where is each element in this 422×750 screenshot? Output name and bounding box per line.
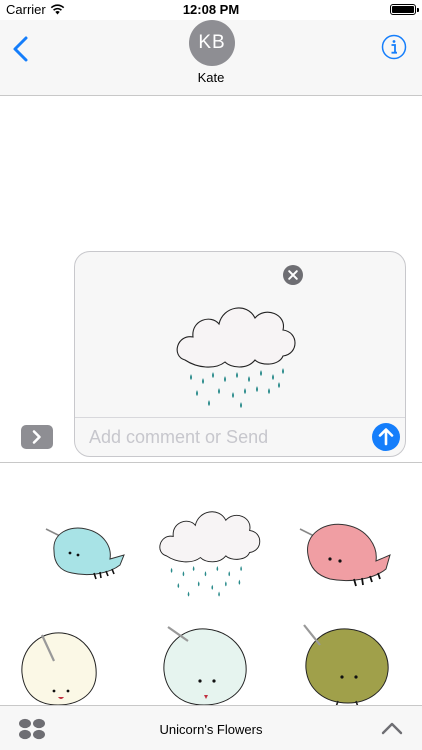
blue-narwhal-sticker[interactable]: [40, 521, 132, 581]
olive-unicorn-sticker[interactable]: [298, 619, 396, 705]
compose-box[interactable]: Add comment or Send: [74, 251, 406, 457]
back-chevron-icon[interactable]: [10, 34, 34, 64]
send-arrow-icon[interactable]: [371, 422, 401, 452]
status-time: 12:08 PM: [182, 2, 240, 17]
attached-sticker-area: [75, 252, 405, 417]
battery-icon: [390, 4, 419, 15]
info-icon[interactable]: [381, 34, 407, 60]
expand-apps-button[interactable]: [21, 425, 53, 449]
active-app-name: Unicorn's Flowers: [159, 722, 263, 737]
app-drawer-bar: Unicorn's Flowers: [0, 705, 422, 750]
rain-cloud-sticker-option[interactable]: [158, 489, 264, 599]
contact-name[interactable]: Kate: [0, 70, 422, 85]
conversation-header: KB Kate: [0, 20, 422, 96]
pink-narwhal-sticker[interactable]: [290, 517, 400, 589]
comment-input[interactable]: Add comment or Send: [89, 427, 268, 448]
rain-cloud-sticker[interactable]: [175, 282, 300, 410]
mint-unicorn-sticker[interactable]: [158, 619, 252, 705]
contact-avatar[interactable]: KB: [189, 20, 235, 66]
sticker-browser: [0, 463, 422, 705]
status-bar: Carrier 12:08 PM: [0, 0, 422, 20]
compose-divider: [75, 417, 405, 418]
messages-screen: Carrier 12:08 PM KB Kate Add comment or …: [0, 0, 422, 750]
chevron-up-icon[interactable]: [380, 720, 404, 736]
cream-unicorn-sticker[interactable]: [18, 625, 100, 705]
remove-sticker-icon[interactable]: [282, 264, 304, 286]
